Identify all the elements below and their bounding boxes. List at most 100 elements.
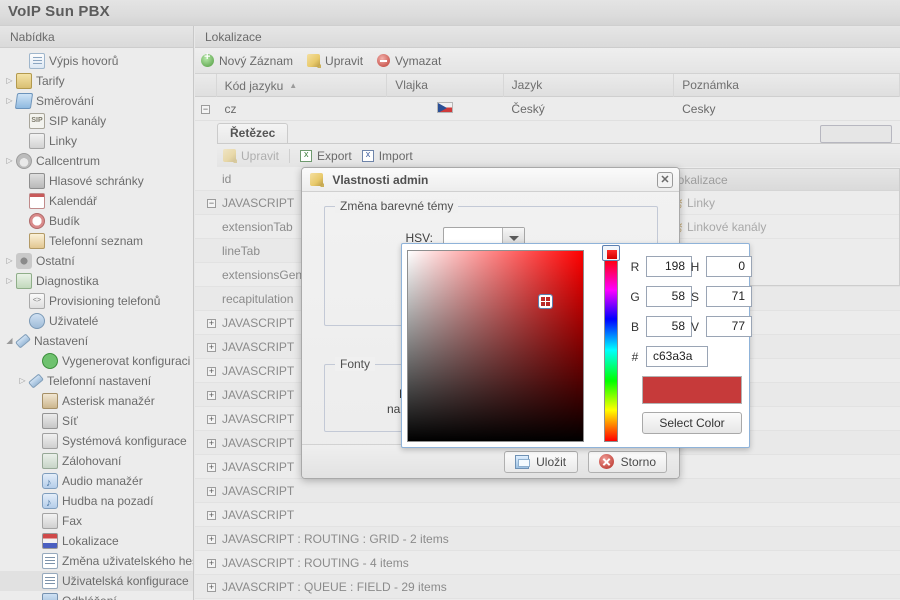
sidebar-item-27[interactable]: ▷ Odhlášení — [0, 591, 193, 600]
hue-slider[interactable] — [604, 258, 618, 442]
blue-input[interactable]: 58 — [646, 316, 692, 337]
toolbar-button-label: Upravit — [325, 53, 364, 68]
sidebar-item-24[interactable]: ▷ Lokalizace — [0, 531, 193, 551]
sidebar-item-25[interactable]: ▷ Změna uživatelského hesla — [0, 551, 193, 571]
export-xls-icon — [300, 149, 313, 162]
expander-closed-icon[interactable]: ▷ — [17, 371, 28, 391]
toolbar-delete-button[interactable]: Vymazat — [377, 54, 441, 68]
list-item[interactable]: + JAVASCRIPT : ROUTING : GRID - 2 items — [195, 527, 900, 551]
expander-closed-icon[interactable]: ▷ — [4, 251, 15, 271]
sidebar-item-12[interactable]: ▷<> Provisioning telefonů — [0, 291, 193, 311]
expander-closed-icon[interactable]: ▷ — [4, 71, 15, 91]
toolbar-pencil-button[interactable]: Upravit — [307, 54, 363, 68]
red-input[interactable]: 198 — [646, 256, 692, 277]
expand-icon[interactable]: + — [207, 559, 216, 569]
collapse-icon[interactable]: − — [207, 199, 216, 209]
grid-column-header-0[interactable]: Kód jazyku ▲ — [217, 73, 388, 97]
expand-icon[interactable]: + — [207, 439, 216, 449]
hex-input[interactable]: c63a3a — [646, 346, 708, 367]
sidebar-item-20[interactable]: ▷ Zálohovaní — [0, 451, 193, 471]
expander-closed-icon[interactable]: ▷ — [4, 151, 15, 171]
sidebar-item-23[interactable]: ▷ Fax — [0, 511, 193, 531]
search-input[interactable] — [820, 125, 892, 143]
sidebar-item-7[interactable]: ▷ Kalendář — [0, 191, 193, 211]
expand-icon[interactable]: + — [207, 391, 216, 401]
sidebar-item-15[interactable]: ▷ Vygenerovat konfiguraci — [0, 351, 193, 371]
expand-icon[interactable]: + — [207, 367, 216, 377]
sidebar-item-9[interactable]: ▷ Telefonní seznam — [0, 231, 193, 251]
expand-icon[interactable]: + — [207, 415, 216, 425]
sidebar-item-8[interactable]: ▷ Budík — [0, 211, 193, 231]
list-item-label: JAVASCRIPT — [222, 388, 295, 402]
sidebar-item-18[interactable]: ▷ Síť — [0, 411, 193, 431]
sidebar-item-11[interactable]: ▷ Diagnostika — [0, 271, 193, 291]
inner-toolbar-export-button[interactable]: Export — [300, 149, 352, 163]
sidebar-item-1[interactable]: ▷ Tarify — [0, 71, 193, 91]
lines-icon — [29, 133, 45, 149]
expand-icon[interactable]: + — [207, 319, 216, 329]
sidebar-item-14[interactable]: ◢ Nastavení — [0, 331, 193, 351]
saturation-value-area[interactable] — [407, 250, 584, 442]
music-icon — [42, 493, 58, 511]
grid-header-row: Kód jazyku ▲ Vlajka Jazyk Poznámka — [195, 73, 900, 97]
expander-open-icon[interactable]: ◢ — [4, 331, 15, 351]
sidebar-item-13[interactable]: ▷ Uživatelé — [0, 311, 193, 331]
sidebar-item-21[interactable]: ▷ Audio manažér — [0, 471, 193, 491]
sidebar-item-label: Změna uživatelského hesla — [62, 554, 193, 568]
list-item[interactable]: + JAVASCRIPT : QUEUE : FIELD - 29 items — [195, 575, 900, 599]
sidebar-item-0[interactable]: ▷ Výpis hovorů — [0, 51, 193, 71]
expand-icon[interactable]: + — [207, 487, 216, 497]
sv-cursor-handle[interactable] — [538, 294, 553, 309]
list-item-label: JAVASCRIPT : QUEUE : FIELD - 29 items — [222, 580, 447, 594]
background-panel-item[interactable]: ⚷Linkové kanály — [661, 215, 899, 239]
hex-field-row: # c63a3a — [630, 346, 708, 367]
green-input[interactable]: 58 — [646, 286, 692, 307]
sidebar-item-16[interactable]: ▷ Telefonní nastavení — [0, 371, 193, 391]
sidebar-item-label: Uživatelé — [49, 314, 99, 328]
grid-column-header-1[interactable]: Vlajka — [387, 73, 504, 97]
inner-toolbar-import-button[interactable]: Import — [361, 149, 413, 163]
expander-closed-icon[interactable]: ▷ — [4, 91, 15, 111]
fonts-fieldset-legend: Fonty — [335, 357, 376, 371]
sidebar-item-26[interactable]: ▷ Uživatelská konfigurace — [0, 571, 193, 591]
background-panel-item[interactable]: ⚷Linky — [661, 191, 899, 215]
saturation-input[interactable]: 71 — [706, 286, 752, 307]
sidebar-item-22[interactable]: ▷ Hudba na pozadí — [0, 491, 193, 511]
sidebar-item-2[interactable]: ▷ Směrování — [0, 91, 193, 111]
cancel-button[interactable]: Storno — [587, 450, 667, 473]
close-icon[interactable]: ✕ — [657, 172, 673, 188]
collapse-icon[interactable]: − — [201, 104, 210, 114]
hue-slider-handle[interactable] — [602, 245, 620, 261]
list-item[interactable]: + JAVASCRIPT — [195, 503, 900, 527]
value-input[interactable]: 77 — [706, 316, 752, 337]
expand-icon[interactable]: + — [207, 511, 216, 521]
fax-icon — [42, 513, 58, 529]
toolbar-add-button[interactable]: Nový Záznam — [201, 51, 294, 68]
expand-icon[interactable]: + — [207, 343, 216, 353]
sidebar-item-4[interactable]: ▷ Linky — [0, 131, 193, 151]
sidebar-item-10[interactable]: ▷ Ostatní — [0, 251, 193, 271]
hue-input[interactable]: 0 — [706, 256, 752, 277]
sidebar-item-17[interactable]: ▷ Asterisk manažér — [0, 391, 193, 411]
tab-retezec[interactable]: Řetězec — [217, 123, 289, 143]
expand-icon[interactable]: + — [207, 535, 216, 545]
list-item[interactable]: + JAVASCRIPT : ROUTING - 4 items — [195, 551, 900, 575]
asterisk-icon — [42, 393, 58, 409]
sidebar-item-6[interactable]: ▷ Hlasové schránky — [0, 171, 193, 191]
headset-icon — [16, 153, 32, 169]
sidebar-item-3[interactable]: ▷SIP SIP kanály — [0, 111, 193, 131]
expand-icon[interactable]: + — [207, 583, 216, 593]
list-item[interactable]: + JAVASCRIPT — [195, 479, 900, 503]
sidebar-item-5[interactable]: ▷ Callcentrum — [0, 151, 193, 171]
grid-column-header-2[interactable]: Jazyk — [504, 73, 675, 97]
toolbar-button-label: Nový Záznam — [219, 53, 294, 68]
expand-icon[interactable]: + — [207, 463, 216, 473]
sidebar-item-label: Diagnostika — [36, 274, 99, 288]
grid-column-header-3[interactable]: Poznámka — [674, 73, 900, 97]
select-color-button[interactable]: Select Color — [642, 412, 742, 434]
save-button[interactable]: Uložit — [503, 450, 578, 473]
sidebar-item-19[interactable]: ▷ Systémová konfigurace — [0, 431, 193, 451]
expander-closed-icon[interactable]: ▷ — [4, 271, 15, 291]
table-row[interactable]: − cz Český Cesky — [195, 97, 900, 121]
row-expander[interactable]: − — [195, 97, 217, 121]
